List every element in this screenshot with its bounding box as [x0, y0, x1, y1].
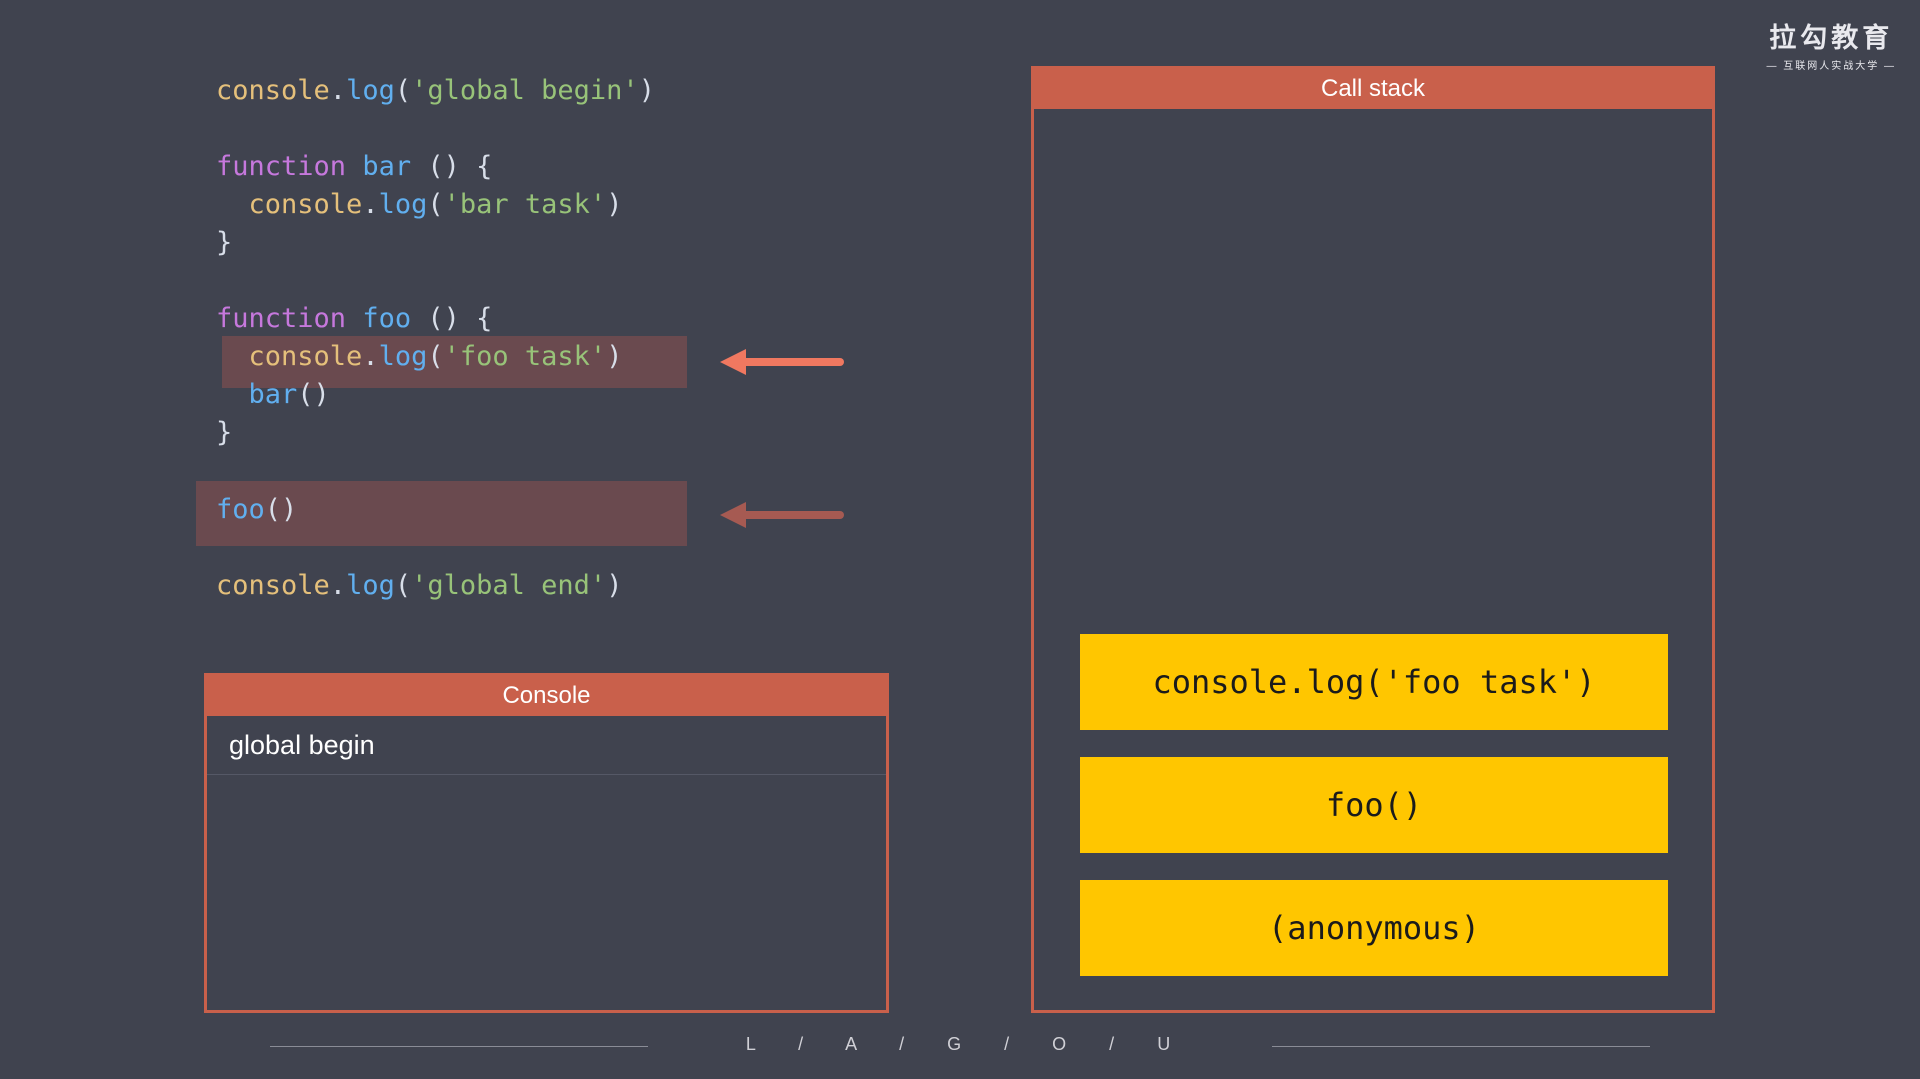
code-token: function — [216, 303, 347, 334]
code-token: () — [264, 494, 298, 525]
code-token: () { — [411, 151, 493, 182]
code-token: ) — [606, 341, 623, 372]
code-line: foo() — [216, 491, 297, 529]
brand-logo: 拉勾教育 — 互联网人实战大学 — — [1766, 16, 1896, 72]
brand-tagline: — 互联网人实战大学 — — [1766, 61, 1896, 72]
code-token: console — [248, 189, 363, 220]
code-line: function bar () { — [216, 148, 492, 186]
code-token: ) — [638, 75, 655, 106]
code-token: log — [378, 189, 428, 220]
call-stack-panel: Call stack console.log('foo task') foo() (… — [1031, 66, 1715, 1013]
code-token: bar — [248, 379, 298, 410]
code-token: } — [216, 227, 233, 258]
code-token: ( — [394, 570, 412, 601]
code-line: console.log('foo task') — [216, 338, 623, 376]
code-token: ( — [427, 189, 444, 220]
code-token: ) — [606, 570, 623, 601]
code-line: } — [216, 224, 232, 262]
code-line: console.log('global end') — [216, 567, 622, 605]
code-line: bar() — [216, 376, 330, 414]
console-title: Console — [207, 676, 886, 716]
code-token: . — [329, 570, 347, 601]
call-stack-frame: foo() — [1080, 757, 1668, 853]
code-token: () { — [411, 303, 493, 334]
code-token: ) — [606, 189, 623, 220]
code-token: bar — [362, 151, 412, 182]
code-token: } — [216, 417, 233, 448]
code-token: foo — [216, 494, 265, 525]
code-line: } — [216, 414, 232, 452]
code-token: () — [297, 379, 330, 410]
code-line: console.log('bar task') — [216, 186, 623, 224]
code-token: log — [346, 75, 395, 106]
brand-name: 拉勾教育 — [1769, 23, 1894, 53]
call-stack-frame: console.log('foo task') — [1080, 634, 1668, 730]
console-panel: Console global begin — [204, 673, 889, 1013]
code-token: console — [216, 570, 330, 601]
call-stack-frame: (anonymous) — [1080, 880, 1668, 976]
code-token: ( — [427, 341, 444, 372]
code-token: ( — [394, 75, 412, 106]
footer-brand-text: L / A / G / O / U — [745, 1034, 1175, 1054]
code-line: function foo () { — [216, 300, 492, 338]
code-token: . — [329, 75, 347, 106]
code-token: console — [248, 341, 363, 372]
console-output: global begin — [207, 716, 886, 775]
code-token: 'global end' — [411, 570, 607, 601]
code-token: . — [362, 189, 379, 220]
code-line: console.log('global begin') — [216, 72, 655, 110]
console-line: global begin — [207, 716, 886, 775]
code-token: console — [216, 75, 330, 106]
code-token: 'bar task' — [443, 189, 607, 220]
code-token: log — [378, 341, 428, 372]
footer-divider-right — [1272, 1046, 1650, 1047]
code-token: foo — [362, 303, 412, 334]
code-token: function — [216, 151, 347, 182]
code-token: log — [346, 570, 395, 601]
code-token: 'foo task' — [443, 341, 607, 372]
code-token: 'global begin' — [411, 75, 639, 106]
call-stack-title: Call stack — [1034, 69, 1712, 109]
code-token: . — [362, 341, 379, 372]
footer-divider-left — [270, 1046, 648, 1047]
